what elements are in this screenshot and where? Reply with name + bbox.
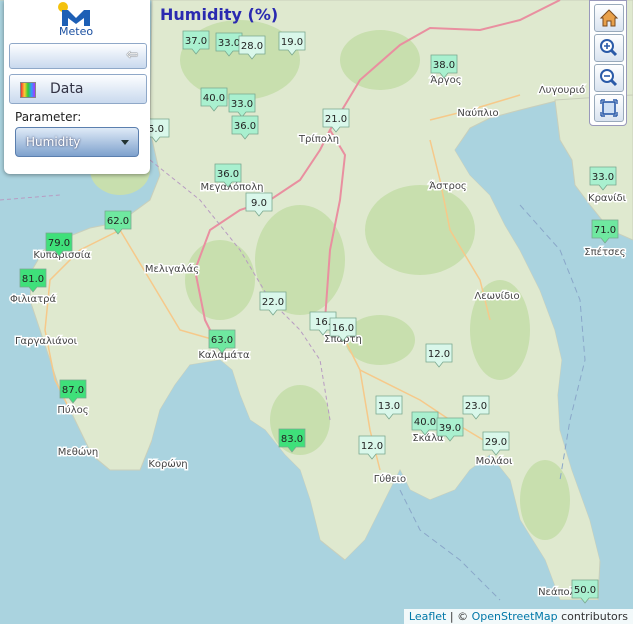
station-value: 12.0	[361, 441, 383, 452]
place-label-megalopoli: Μεγαλόπολη	[201, 181, 264, 193]
map-attribution: Leaflet | © OpenStreetMap contributors	[403, 609, 633, 624]
arrow-left-icon: ⇦	[126, 47, 138, 63]
station-value: 33.0	[231, 99, 253, 110]
station-value: 87.0	[62, 385, 84, 396]
station-value: 22.0	[262, 297, 284, 308]
map-toolbar	[589, 0, 627, 126]
station-value: 37.0	[185, 36, 207, 47]
station-value: 63.0	[211, 335, 233, 346]
place-label-methoni: Μεθώνη	[58, 446, 98, 458]
station-value: 39.0	[439, 423, 461, 434]
zoom-in-icon	[600, 39, 618, 57]
logo-text: Meteo	[59, 25, 94, 38]
home-button[interactable]	[594, 4, 624, 32]
collapse-panel-button[interactable]: ⇦	[9, 43, 147, 69]
place-label-tripoli: Τρίπολη	[298, 133, 339, 145]
station-value: 9.0	[251, 198, 267, 209]
chevron-down-icon	[121, 140, 129, 145]
place-label-gytheio: Γύθειο	[374, 473, 406, 485]
parameter-label: Parameter:	[15, 110, 82, 124]
zoom-extent-button[interactable]	[594, 94, 624, 122]
control-panel: Meteo ⇦ Data Parameter: Humidity	[4, 0, 150, 174]
station-value: 79.0	[48, 238, 70, 249]
data-section-header[interactable]: Data	[9, 74, 147, 104]
map-title: Humidity (%)	[160, 5, 279, 24]
place-label-astros: Άστρος	[429, 180, 467, 192]
station-value: 5.0	[148, 124, 164, 135]
station-value: 33.0	[218, 38, 240, 49]
station-value: 33.0	[592, 172, 614, 183]
station-value: 36.0	[234, 121, 256, 132]
station-value: 40.0	[203, 93, 225, 104]
station-value: 23.0	[465, 401, 487, 412]
station-value: 12.0	[428, 349, 450, 360]
station-value: 28.0	[241, 41, 263, 52]
place-label-filiatra: Φιλιατρά	[10, 293, 57, 305]
station-value: 81.0	[22, 274, 44, 285]
data-label: Data	[50, 81, 84, 97]
home-icon	[599, 9, 619, 27]
attribution-separator: | ©	[446, 610, 472, 623]
station-value: 62.0	[107, 216, 129, 227]
place-label-kranidi: Κρανίδι	[588, 192, 627, 204]
place-label-meligalas: Μελιγαλάς	[145, 263, 199, 275]
station-value: 40.0	[414, 417, 436, 428]
place-label-pylos: Πύλος	[57, 404, 88, 416]
zoom-in-button[interactable]	[594, 34, 624, 62]
zoom-out-button[interactable]	[594, 64, 624, 92]
palette-icon	[20, 82, 36, 98]
zoom-out-icon	[600, 69, 618, 87]
place-label-leonidio: Λεωνίδιο	[474, 290, 519, 302]
place-label-gargalianoi: Γαργαλιάνοι	[15, 335, 78, 347]
zoom-extent-icon	[600, 99, 618, 117]
station-value: 83.0	[281, 434, 303, 445]
place-label-nafplio: Ναύπλιο	[457, 107, 498, 119]
station-value: 13.0	[378, 401, 400, 412]
place-label-lygourio: Λυγουριό	[539, 84, 585, 96]
station-value: 38.0	[433, 60, 455, 71]
parameter-select[interactable]: Humidity	[15, 127, 139, 157]
station-value: 16.0	[332, 323, 354, 334]
station-value: 19.0	[281, 37, 303, 48]
place-label-koroni: Κορώνη	[148, 458, 187, 470]
leaflet-link[interactable]: Leaflet	[409, 610, 446, 623]
station-value: 36.0	[217, 169, 239, 180]
attribution-suffix: contributors	[557, 610, 628, 623]
station-value: 21.0	[325, 114, 347, 125]
station-value: 16.	[315, 317, 331, 328]
station-value: 29.0	[485, 437, 507, 448]
place-label-spetses: Σπέτσες	[584, 246, 625, 258]
parameter-value: Humidity	[26, 135, 81, 149]
place-label-molaoi: Μολάοι	[476, 455, 513, 467]
osm-link[interactable]: OpenStreetMap	[472, 610, 558, 623]
station-value: 50.0	[574, 585, 596, 596]
station-value: 71.0	[594, 225, 616, 236]
